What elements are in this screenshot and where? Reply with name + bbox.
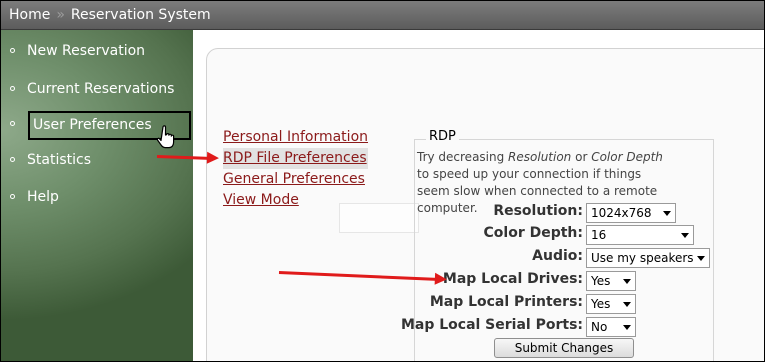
audio-label: Audio: — [532, 248, 583, 264]
chevron-down-icon — [663, 211, 671, 216]
blank-placeholder — [339, 203, 419, 233]
chevron-down-icon — [623, 279, 631, 284]
breadcrumb-separator: » — [56, 7, 65, 23]
map-drives-label-wrap: Map Local Drives: — [431, 271, 583, 291]
audio-value: Use my speakers — [591, 251, 694, 265]
resolution-value: 1024x768 — [591, 206, 652, 220]
arrowhead-icon — [434, 272, 448, 286]
sidebar: New Reservation Current Reservations Use… — [1, 30, 193, 361]
map-drives-value: Yes — [591, 274, 611, 288]
preferences-links: Personal Information RDP File Preference… — [223, 127, 369, 211]
sidebar-item-label: Statistics — [27, 152, 91, 168]
app-window: Home » Reservation System New Reservation … — [0, 0, 765, 362]
map-drives-select[interactable]: Yes — [586, 271, 636, 291]
map-drives-label: Map Local Drives: — [442, 271, 583, 287]
hand-cursor-icon — [156, 125, 175, 149]
chevron-down-icon — [681, 233, 689, 238]
bullet-icon — [10, 48, 15, 53]
hint-text: or — [571, 150, 592, 164]
color-depth-value: 16 — [591, 228, 607, 242]
resolution-select[interactable]: 1024x768 — [586, 203, 676, 223]
link-general-preferences[interactable]: General Preferences — [223, 169, 368, 190]
map-printers-label: Map Local Printers: — [429, 294, 583, 310]
breadcrumb-home[interactable]: Home — [9, 7, 50, 23]
sidebar-item-label: User Preferences — [33, 117, 152, 133]
audio-label-wrap: Audio: — [431, 248, 583, 268]
hint-text: Try decreasing — [417, 150, 509, 164]
arrowhead-icon — [206, 151, 220, 165]
color-depth-label: Color Depth: — [483, 225, 583, 241]
submit-changes-button[interactable]: Submit Changes — [494, 338, 634, 358]
sidebar-item-label: Current Reservations — [27, 81, 175, 97]
chevron-down-icon — [623, 302, 631, 307]
map-serial-value: No — [591, 320, 608, 334]
audio-select[interactable]: Use my speakers — [586, 248, 710, 268]
bullet-icon — [10, 86, 15, 91]
chevron-down-icon — [623, 325, 631, 330]
resolution-label-wrap: Resolution: — [431, 203, 583, 223]
hint-resolution: Resolution — [508, 150, 572, 164]
map-printers-value: Yes — [591, 297, 611, 311]
sidebar-item-help[interactable]: Help — [1, 182, 193, 212]
color-depth-select[interactable]: 16 — [586, 225, 694, 245]
breadcrumb-current: Reservation System — [70, 7, 211, 23]
sidebar-item-new-reservation[interactable]: New Reservation — [1, 36, 193, 66]
map-serial-select[interactable]: No — [586, 317, 636, 337]
sidebar-item-label: Help — [27, 189, 59, 205]
map-serial-label-wrap: Map Local Serial Ports: — [401, 317, 583, 337]
map-printers-label-wrap: Map Local Printers: — [429, 294, 583, 314]
resolution-label: Resolution: — [493, 203, 583, 219]
bullet-icon — [10, 121, 15, 126]
link-rdp-file-preferences[interactable]: RDP File Preferences — [223, 148, 369, 169]
rdp-legend: RDP — [426, 129, 459, 144]
color-depth-label-wrap: Color Depth: — [431, 225, 583, 245]
hint-color-depth: Color Depth — [591, 150, 663, 164]
map-serial-label: Map Local Serial Ports: — [400, 317, 583, 333]
bullet-icon — [10, 157, 15, 162]
map-printers-select[interactable]: Yes — [586, 294, 636, 314]
bullet-icon — [10, 194, 15, 199]
sidebar-item-current-reservations[interactable]: Current Reservations — [1, 74, 193, 104]
breadcrumb: Home » Reservation System — [1, 1, 764, 30]
link-personal-information[interactable]: Personal Information — [223, 127, 368, 148]
chevron-down-icon — [697, 256, 705, 261]
sidebar-item-label: New Reservation — [27, 43, 146, 59]
